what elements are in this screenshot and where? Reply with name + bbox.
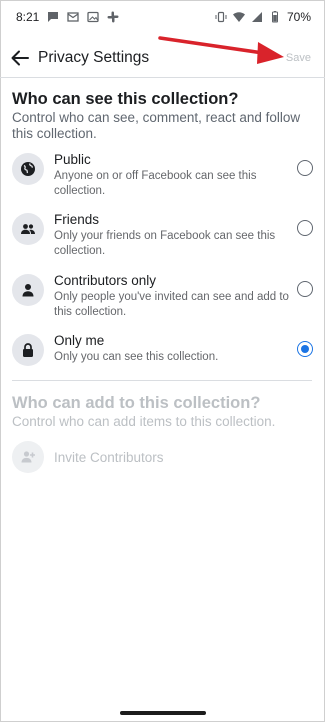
invite-contributors-label: Invite Contributors: [54, 449, 164, 465]
lock-icon: [12, 334, 44, 366]
option-friends[interactable]: Friends Only your friends on Facebook ca…: [12, 212, 313, 257]
option-description: Only you can see this collection.: [54, 351, 219, 363]
annotation-arrow-icon: [158, 36, 284, 64]
option-label: Public: [54, 152, 91, 167]
option-contributors-only[interactable]: Contributors only Only people you've inv…: [12, 273, 313, 318]
back-button[interactable]: [2, 40, 38, 76]
section-divider: [12, 380, 312, 381]
battery-icon: [269, 11, 281, 23]
add-person-icon: [12, 441, 44, 473]
option-label: Only me: [54, 333, 105, 348]
visibility-title: Who can see this collection?: [12, 90, 239, 108]
option-only-me[interactable]: Only me Only you can see this collection…: [12, 333, 313, 377]
contributors-title: Who can add to this collection?: [12, 394, 261, 412]
status-time: 8:21: [16, 10, 40, 24]
radio-public[interactable]: [297, 160, 313, 176]
option-description: Only people you've invited can see and a…: [54, 291, 289, 318]
contributors-section: Who can add to this collection? Control …: [12, 393, 313, 430]
page-title: Privacy Settings: [38, 49, 150, 66]
vibrate-icon: [215, 11, 227, 23]
option-description: Anyone on or off Facebook can see this c…: [54, 170, 257, 197]
radio-friends[interactable]: [297, 220, 313, 236]
option-description: Only your friends on Facebook can see th…: [54, 230, 276, 257]
battery-percent: 70%: [286, 10, 311, 24]
option-label: Friends: [54, 212, 100, 227]
visibility-description: Control who can see, comment, react and …: [12, 110, 301, 141]
globe-icon: [12, 153, 44, 185]
slack-icon: [107, 11, 119, 23]
wifi-icon: [232, 11, 245, 23]
contributors-description: Control who can add items to this collec…: [12, 414, 276, 429]
invite-contributors-button[interactable]: Invite Contributors: [12, 441, 164, 473]
signal-icon: [251, 11, 263, 23]
message-icon: [47, 11, 59, 23]
back-arrow-icon: [11, 50, 29, 66]
radio-selected-dot: [301, 345, 309, 353]
email-icon: [67, 11, 80, 23]
person-icon: [12, 274, 44, 306]
visibility-section: Who can see this collection? Control who…: [12, 89, 313, 142]
option-public[interactable]: Public Anyone on or off Facebook can see…: [12, 152, 313, 197]
photo-icon: [87, 11, 100, 23]
home-indicator[interactable]: [120, 711, 206, 715]
radio-contributors-only[interactable]: [297, 281, 313, 297]
friends-icon: [12, 213, 44, 245]
app-bar-divider: [0, 77, 325, 78]
option-label: Contributors only: [54, 273, 157, 288]
radio-only-me[interactable]: [297, 341, 313, 357]
